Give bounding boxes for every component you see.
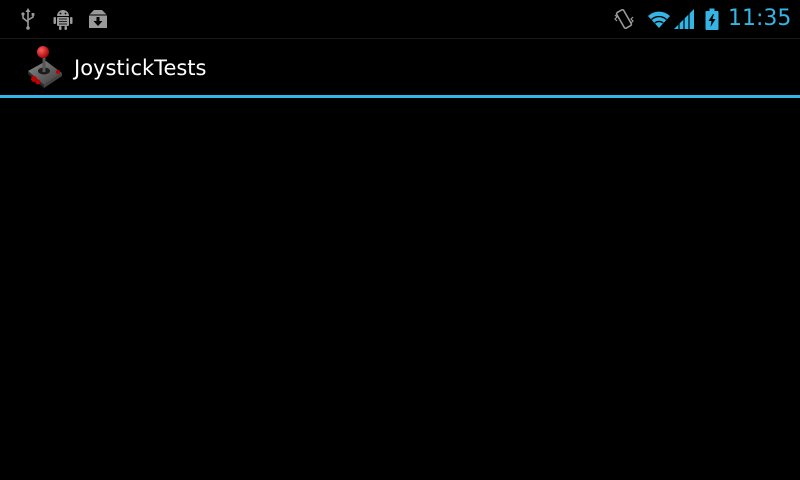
download-icon	[89, 10, 107, 28]
signal-icon	[674, 9, 694, 29]
action-bar: JoystickTests	[0, 38, 800, 96]
vibrate-icon	[614, 8, 634, 30]
status-clock: 11:35	[728, 6, 792, 31]
battery-charging-icon	[705, 8, 719, 30]
screen: 11:35 JoystickTests	[0, 0, 800, 480]
joystick-icon[interactable]	[22, 45, 66, 89]
usb-icon	[21, 8, 35, 30]
debug-icon	[53, 10, 73, 30]
content-area	[0, 98, 800, 480]
wifi-icon	[648, 11, 670, 28]
app-title: JoystickTests	[74, 56, 207, 80]
status-bar: 11:35	[0, 0, 800, 38]
